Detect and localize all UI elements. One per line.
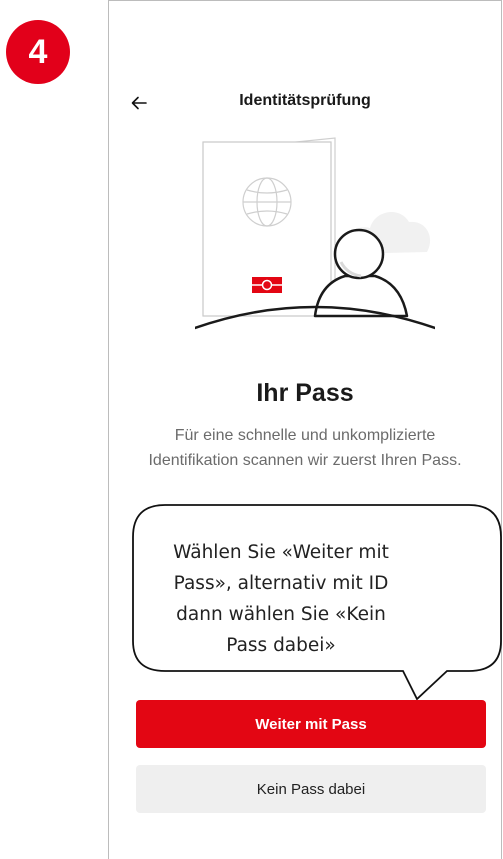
- step-number-badge: 4: [6, 20, 70, 84]
- main-title: Ihr Pass: [256, 379, 354, 407]
- callout-line: Pass», alternativ mit ID: [173, 573, 389, 594]
- callout-line: Wählen Sie «Weiter mit: [173, 542, 389, 563]
- callout-line: Pass dabei»: [226, 635, 336, 656]
- no-passport-button[interactable]: Kein Pass dabei: [136, 765, 486, 813]
- callout-text: Wählen Sie «Weiter mit Pass», alternativ…: [161, 537, 401, 661]
- passport-illustration: [195, 137, 435, 330]
- top-bar: Identitätsprüfung: [109, 83, 501, 123]
- callout-line: dann wählen Sie «Kein: [176, 604, 386, 625]
- phone-screen: Identitätsprüfung Ihr Pass Für eine schn…: [108, 0, 502, 859]
- description-text: Für eine schnelle und unkomplizierte Ide…: [148, 427, 462, 469]
- continue-with-passport-button[interactable]: Weiter mit Pass: [136, 700, 486, 748]
- page-title: Identitätsprüfung: [239, 92, 371, 109]
- passport-chip-icon: [252, 277, 282, 293]
